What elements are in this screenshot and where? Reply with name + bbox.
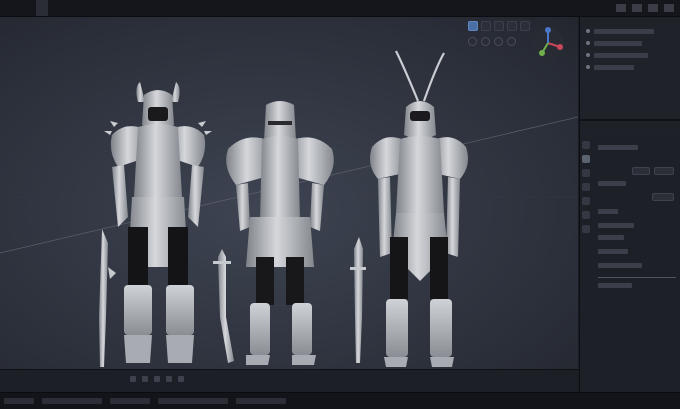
outliner-panel[interactable] [580, 17, 680, 121]
play-icon[interactable] [154, 376, 160, 382]
properties-tab-icon[interactable] [582, 169, 590, 177]
menu-item-2[interactable] [12, 0, 24, 16]
properties-tabs [582, 141, 592, 233]
menu-item-3[interactable] [24, 0, 36, 16]
outliner-row[interactable] [594, 29, 654, 34]
menu-item-6[interactable] [60, 0, 72, 16]
property-divider [598, 277, 676, 278]
sword-middle[interactable] [213, 249, 234, 363]
jump-start-icon[interactable] [130, 376, 136, 382]
outliner-row[interactable] [594, 65, 634, 70]
outliner-row[interactable] [594, 41, 642, 46]
property-label [598, 249, 628, 254]
status-segment [42, 398, 102, 404]
timeline-bar[interactable] [0, 369, 578, 392]
properties-tab-icon[interactable] [582, 197, 590, 205]
status-segment [4, 398, 34, 404]
menu-item-4[interactable] [36, 0, 48, 16]
status-bar [0, 392, 680, 409]
properties-tab-icon[interactable] [582, 183, 590, 191]
property-label [598, 209, 618, 214]
sword-right[interactable] [350, 237, 366, 363]
status-segment [236, 398, 286, 404]
horned-knight-model[interactable] [104, 82, 212, 363]
helmet-knight-model[interactable] [226, 101, 334, 365]
timeline-keyframes [130, 376, 184, 382]
render-icon[interactable] [664, 4, 674, 12]
property-label [598, 283, 632, 288]
outliner-visibility-icon[interactable] [586, 41, 590, 45]
outliner-row[interactable] [594, 53, 648, 58]
property-label [598, 263, 642, 268]
properties-tab-icon[interactable] [582, 211, 590, 219]
next-key-icon[interactable] [166, 376, 172, 382]
properties-tab-icon[interactable] [582, 225, 590, 233]
properties-panel[interactable] [580, 137, 680, 392]
menu-item-5[interactable] [48, 0, 60, 16]
outliner-visibility-icon[interactable] [586, 65, 590, 69]
jump-end-icon[interactable] [178, 376, 184, 382]
view-layer-icon[interactable] [648, 4, 658, 12]
sword-left[interactable] [99, 229, 116, 367]
properties-tab-icon[interactable] [582, 155, 590, 163]
property-field[interactable] [654, 167, 674, 175]
property-field[interactable] [652, 193, 674, 201]
scene-render [0, 50, 578, 367]
property-label [598, 223, 634, 228]
top-right-tools [616, 4, 680, 12]
right-sidebar [579, 17, 680, 392]
menu-item-1[interactable] [0, 0, 12, 16]
property-label [598, 145, 638, 150]
prev-key-icon[interactable] [142, 376, 148, 382]
property-field[interactable] [632, 167, 650, 175]
status-segment [158, 398, 228, 404]
outliner-visibility-icon[interactable] [586, 29, 590, 33]
3d-editor-app [0, 0, 680, 409]
antenna-knight-model[interactable] [370, 50, 468, 367]
workspace-icon[interactable] [616, 4, 626, 12]
property-label [598, 181, 626, 186]
scene-icon[interactable] [632, 4, 642, 12]
top-menu-bar [0, 0, 680, 17]
properties-tab-icon[interactable] [582, 141, 590, 149]
status-segment [110, 398, 150, 404]
3d-viewport[interactable] [0, 17, 578, 369]
property-label [598, 235, 624, 240]
outliner-visibility-icon[interactable] [586, 53, 590, 57]
